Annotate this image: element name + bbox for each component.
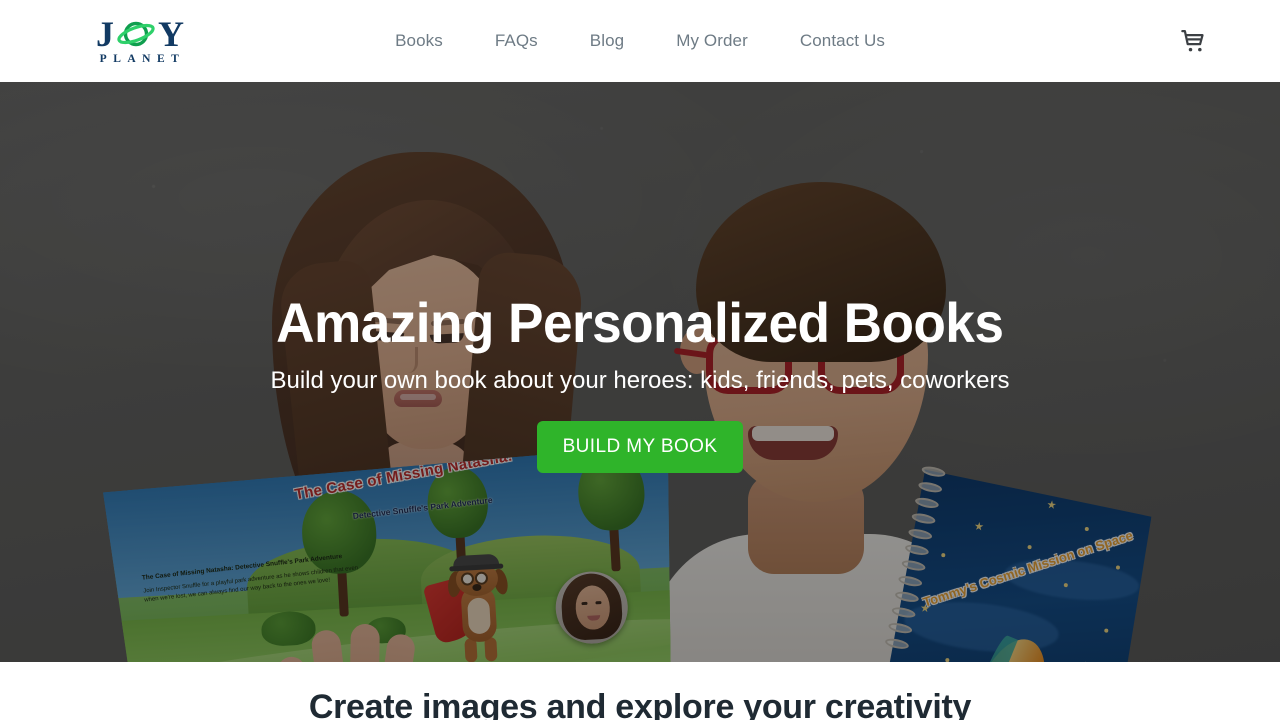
hero-content: Amazing Personalized Books Build your ow… [0, 82, 1280, 662]
main-navigation: Books FAQs Blog My Order Contact Us [0, 0, 1280, 82]
site-header: J Y PLANET Books FAQs Blog My Order Cont… [0, 0, 1280, 82]
nav-item-my-order[interactable]: My Order [650, 0, 774, 82]
page-title: Amazing Personalized Books [276, 291, 1004, 354]
hero-section: The Case of Missing Natasha! Detective S… [0, 82, 1280, 662]
nav-item-contact-us[interactable]: Contact Us [774, 0, 911, 82]
shopping-cart-icon[interactable] [1180, 27, 1208, 55]
build-my-book-button[interactable]: BUILD MY BOOK [536, 421, 744, 473]
nav-item-books[interactable]: Books [369, 0, 469, 82]
hero-subtitle: Build your own book about your heroes: k… [270, 367, 1010, 394]
features-section-title: Create images and explore your creativit… [308, 688, 972, 720]
nav-item-blog[interactable]: Blog [564, 0, 650, 82]
features-section: Create images and explore your creativit… [0, 662, 1280, 720]
nav-item-faqs[interactable]: FAQs [469, 0, 564, 82]
